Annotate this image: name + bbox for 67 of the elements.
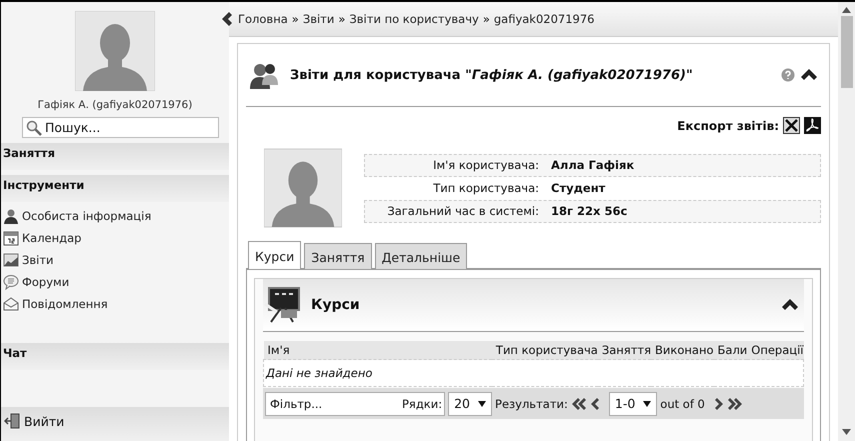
sidebar-item[interactable]: Звіти (3, 252, 229, 268)
column-header[interactable]: Операції (747, 341, 804, 360)
spreadsheet-icon[interactable] (783, 117, 800, 134)
info-label: Ім'я користувача: (432, 158, 540, 172)
scroll-up-icon[interactable] (842, 7, 851, 13)
breadcrumb-link[interactable]: Звіти (302, 12, 334, 26)
rows-label: Рядки: (402, 396, 442, 410)
info-value: Алла Гафіяк (551, 158, 634, 172)
caret-icon (478, 400, 486, 406)
breadcrumb-link[interactable]: Звіти по користувачу (349, 12, 479, 26)
column-header[interactable]: Заняття (598, 341, 652, 360)
info-label: Загальний час в системі: (386, 204, 540, 218)
users-icon (250, 61, 280, 89)
filter-field[interactable]: Фільтр... (268, 396, 398, 412)
results-label: Результати: (495, 396, 568, 410)
sidebar-item[interactable]: Особиста інформація (3, 208, 229, 224)
sidebar-item[interactable]: Форуми (3, 274, 229, 290)
logout-item[interactable]: Вийти (1, 407, 229, 441)
collapse-up-icon[interactable] (782, 299, 798, 311)
breadcrumb-link[interactable]: gafiyak02071976 (494, 12, 594, 26)
tab[interactable]: Заняття (304, 243, 372, 269)
column-header[interactable]: Бали (714, 341, 748, 360)
tab[interactable]: Детальніше (374, 243, 468, 269)
user-name: Гафіяк А. (gafiyak02071976) (36, 99, 194, 111)
sidebar-section-header[interactable]: Заняття (1, 143, 229, 170)
breadcrumb-separator: » (292, 12, 299, 26)
filter-box[interactable]: Фільтр... Рядки: (265, 392, 446, 416)
search-field[interactable]: Пошук... (22, 117, 219, 138)
page-select[interactable]: 1-0 (608, 392, 658, 416)
collapse-icon[interactable] (222, 12, 234, 26)
column-header[interactable]: Ім'я (264, 341, 492, 360)
info-value: Студент (551, 181, 606, 195)
page-count: out of 0 (660, 396, 705, 410)
panel-title: Звіти для користувача "Гафіяк А. (gafiyak02071976)" (290, 68, 694, 82)
scroll-down-icon[interactable] (842, 429, 851, 435)
envelope-icon (3, 296, 19, 312)
avatar-icon (75, 11, 155, 91)
last-page-icon[interactable] (726, 396, 743, 410)
rows-select[interactable]: 20 (448, 392, 492, 416)
scrollbar-thumb[interactable] (840, 16, 852, 88)
column-header[interactable]: Тип користувача (492, 341, 598, 360)
sidebar-item[interactable]: Повідомлення (3, 296, 229, 312)
tab[interactable]: Курси (248, 241, 302, 269)
breadcrumb-link[interactable]: Головна (238, 12, 288, 26)
section-title: Курси (311, 297, 361, 313)
info-label: Тип користувача: (432, 181, 540, 195)
chart-icon (3, 252, 19, 268)
breadcrumb-separator: » (482, 12, 490, 26)
person-icon (3, 208, 19, 224)
collapse-up-icon[interactable] (801, 69, 817, 81)
sidebar-section-header[interactable]: Інструменти (1, 175, 229, 202)
column-header[interactable]: Виконано (651, 341, 714, 360)
exit-door-icon (4, 413, 20, 429)
sidebar-section-header[interactable]: Чат (1, 343, 229, 370)
breadcrumb-separator: » (338, 12, 346, 26)
speech-bubble-icon (3, 274, 19, 290)
export-label: Експорт звітів: (677, 118, 779, 132)
caret-icon (643, 400, 652, 406)
first-page-icon[interactable] (570, 396, 587, 410)
empty-message: Дані не знайдено (264, 360, 804, 386)
help-icon[interactable] (781, 68, 795, 82)
avatar-icon (264, 148, 342, 228)
calendar-icon (3, 230, 19, 246)
sidebar-item[interactable]: Календар (3, 230, 229, 246)
pdf-icon[interactable] (804, 117, 821, 134)
scrollbar[interactable] (838, 2, 855, 441)
info-value: 18г 22х 56с (551, 204, 628, 218)
